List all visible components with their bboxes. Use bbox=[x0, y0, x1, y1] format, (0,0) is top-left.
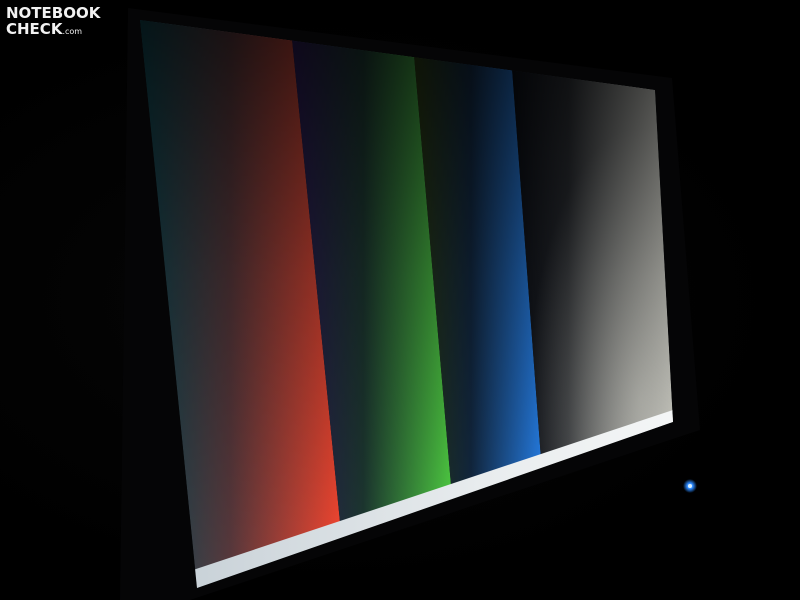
logo-line-1: NOTEBOOK bbox=[6, 4, 101, 22]
photo-scene: NOTEBOOK CHECK.com bbox=[0, 0, 800, 600]
logo-suffix: .com bbox=[62, 27, 83, 36]
notebookcheck-logo: NOTEBOOK CHECK.com bbox=[6, 6, 100, 37]
logo-line-2: CHECK.com bbox=[6, 20, 83, 38]
laptop-display-photo bbox=[120, 8, 700, 600]
